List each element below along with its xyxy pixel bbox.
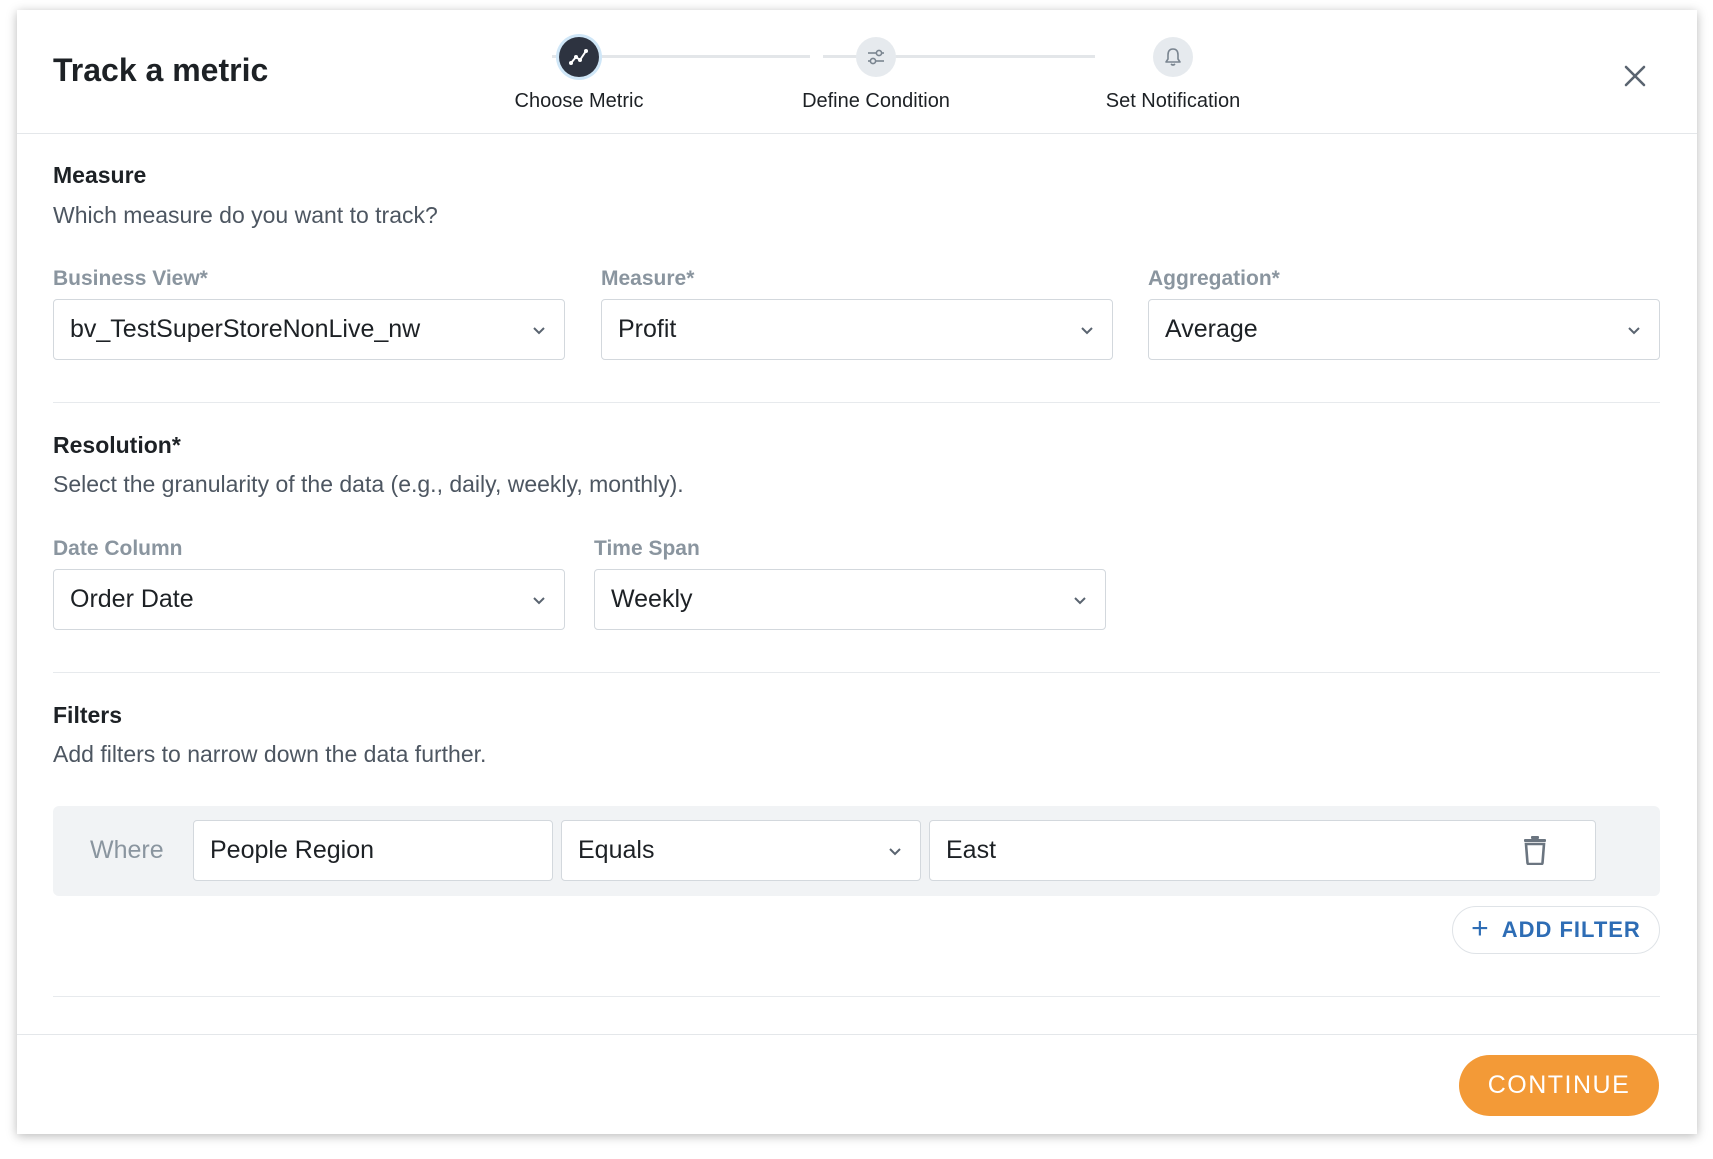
business-view-label: Business View* bbox=[53, 267, 208, 290]
filter-value-input[interactable]: East bbox=[929, 820, 1596, 881]
modal-footer: CONTINUE bbox=[17, 1034, 1697, 1134]
filters-section-title: Filters bbox=[53, 702, 123, 728]
measure-select[interactable]: Profit bbox=[601, 299, 1113, 360]
aggregation-label: Aggregation* bbox=[1148, 267, 1280, 290]
filter-row: Where People Region Equals East bbox=[53, 806, 1660, 896]
close-icon bbox=[1624, 65, 1646, 87]
date-column-label: Date Column bbox=[53, 537, 183, 560]
aggregation-value: Average bbox=[1165, 315, 1258, 343]
trash-icon bbox=[1524, 836, 1546, 866]
step-label: Set Notification bbox=[1105, 90, 1241, 112]
date-column-value: Order Date bbox=[70, 585, 194, 613]
time-span-select[interactable]: Weekly bbox=[594, 569, 1106, 630]
section-divider bbox=[53, 996, 1660, 997]
business-view-value: bv_TestSuperStoreNonLive_nw bbox=[70, 315, 421, 343]
step-label: Choose Metric bbox=[514, 90, 644, 112]
aggregation-select[interactable]: Average bbox=[1148, 299, 1660, 360]
business-view-select[interactable]: bv_TestSuperStoreNonLive_nw bbox=[53, 299, 565, 360]
filter-operator-value: Equals bbox=[578, 836, 655, 864]
time-span-label: Time Span bbox=[594, 537, 700, 560]
chevron-down-icon bbox=[533, 596, 545, 604]
add-filter-button[interactable]: + ADD FILTER bbox=[1452, 906, 1660, 954]
measure-label: Measure* bbox=[601, 267, 695, 290]
resolution-section-title: Resolution* bbox=[53, 432, 181, 458]
add-filter-label: ADD FILTER bbox=[1501, 917, 1641, 942]
chevron-down-icon bbox=[889, 847, 901, 855]
measure-value: Profit bbox=[618, 315, 677, 343]
chevron-down-icon bbox=[1081, 326, 1093, 334]
continue-button[interactable]: CONTINUE bbox=[1459, 1055, 1659, 1116]
chevron-down-icon bbox=[1628, 326, 1640, 334]
plus-icon: + bbox=[1471, 911, 1490, 945]
filters-section-description: Add filters to narrow down the data furt… bbox=[53, 741, 487, 767]
modal-header: Track a metric Choose Metric Define Cond… bbox=[17, 10, 1697, 134]
filter-value-text: East bbox=[946, 836, 997, 864]
filter-operator-select[interactable]: Equals bbox=[561, 820, 921, 881]
chevron-down-icon bbox=[1074, 596, 1086, 604]
delete-filter-button[interactable] bbox=[1523, 835, 1553, 867]
filter-field-input[interactable]: People Region bbox=[193, 820, 553, 881]
resolution-section-description: Select the granularity of the data (e.g.… bbox=[53, 471, 684, 497]
step-label: Define Condition bbox=[802, 90, 950, 112]
metric-chart-icon bbox=[559, 37, 599, 77]
step-define-condition[interactable]: Define Condition bbox=[756, 37, 996, 113]
section-divider bbox=[53, 402, 1660, 403]
time-span-value: Weekly bbox=[611, 585, 693, 613]
stepper: Choose Metric Define Condition Set Notif… bbox=[17, 10, 1697, 134]
step-choose-metric[interactable]: Choose Metric bbox=[459, 37, 699, 113]
close-button[interactable] bbox=[1617, 58, 1653, 94]
filter-where-label: Where bbox=[90, 836, 164, 864]
sliders-icon bbox=[856, 37, 896, 77]
step-set-notification[interactable]: Set Notification bbox=[1053, 37, 1293, 113]
filter-field-value: People Region bbox=[210, 836, 375, 864]
track-metric-modal: Track a metric Choose Metric Define Cond… bbox=[17, 10, 1697, 1134]
measure-section-title: Measure bbox=[53, 162, 147, 188]
bell-icon bbox=[1153, 37, 1193, 77]
date-column-select[interactable]: Order Date bbox=[53, 569, 565, 630]
chevron-down-icon bbox=[533, 326, 545, 334]
section-divider bbox=[53, 672, 1660, 673]
measure-section-description: Which measure do you want to track? bbox=[53, 202, 438, 228]
